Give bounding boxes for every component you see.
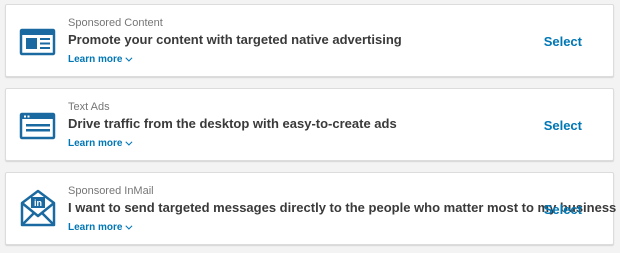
ad-option-category: Sponsored InMail: [68, 185, 154, 197]
ad-option-headline: Promote your content with targeted nativ…: [68, 32, 402, 47]
learn-more-label: Learn more: [68, 222, 123, 233]
ad-option-sponsored-content: Sponsored Content Promote your content w…: [5, 4, 614, 77]
select-button[interactable]: Select: [544, 34, 582, 49]
ad-option-text-ads: Text Ads Drive traffic from the desktop …: [5, 88, 614, 161]
select-button[interactable]: Select: [544, 118, 582, 133]
chevron-down-icon: [125, 54, 133, 62]
ad-option-headline: I want to send targeted messages directl…: [68, 200, 617, 215]
learn-more-label: Learn more: [68, 54, 123, 65]
ad-option-category: Text Ads: [68, 101, 110, 113]
learn-more-label: Learn more: [68, 138, 123, 149]
sponsored-content-icon: [18, 23, 58, 63]
ad-option-category: Sponsored Content: [68, 17, 163, 29]
text-ads-icon: [18, 107, 58, 147]
ad-option-sponsored-inmail: in Sponsored InMail I want to send targe…: [5, 172, 617, 245]
chevron-down-icon: [125, 138, 133, 146]
ad-format-list: Sponsored Content Promote your content w…: [0, 0, 620, 253]
learn-more-link[interactable]: Learn more: [68, 138, 133, 149]
chevron-down-icon: [125, 222, 133, 230]
select-button[interactable]: Select: [544, 202, 582, 217]
ad-option-headline: Drive traffic from the desktop with easy…: [68, 116, 397, 131]
linkedin-icon-text: in: [34, 198, 42, 208]
learn-more-link[interactable]: Learn more: [68, 222, 133, 233]
learn-more-link[interactable]: Learn more: [68, 54, 133, 65]
sponsored-inmail-icon: in: [18, 187, 58, 227]
